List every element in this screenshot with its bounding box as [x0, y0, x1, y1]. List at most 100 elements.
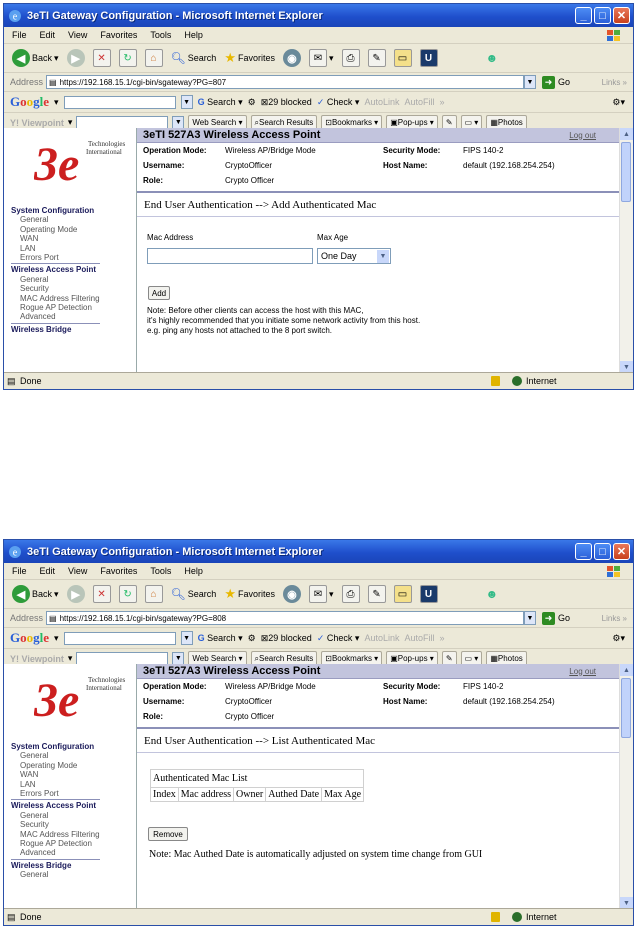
messenger-button[interactable]: ☻: [484, 47, 501, 69]
scroll-up-icon[interactable]: ▲: [620, 664, 633, 676]
links-button[interactable]: Links »: [602, 78, 627, 87]
minimize-button[interactable]: _: [575, 543, 592, 560]
menu-help[interactable]: Help: [184, 30, 203, 40]
back-button[interactable]: ◀ Back ▾: [10, 583, 61, 605]
nav-item-general[interactable]: General: [11, 215, 100, 224]
u-button[interactable]: U: [418, 583, 440, 605]
menu-file[interactable]: File: [12, 566, 27, 576]
refresh-button[interactable]: ↻: [117, 47, 139, 69]
autofill-button[interactable]: AutoFill: [404, 97, 434, 107]
menu-edit[interactable]: Edit: [40, 566, 56, 576]
nav-item-lan[interactable]: LAN: [11, 244, 100, 253]
back-button[interactable]: ◀ Back ▾: [10, 47, 61, 69]
menu-view[interactable]: View: [68, 566, 87, 576]
nav-item-advanced[interactable]: Advanced: [11, 312, 100, 321]
address-input[interactable]: ▤ https://192.168.15.1/cgi-bin/sgateway?P…: [46, 75, 524, 89]
menu-tools[interactable]: Tools: [150, 30, 171, 40]
refresh-button[interactable]: ↻: [117, 583, 139, 605]
nav-item-operating-mode[interactable]: Operating Mode: [11, 761, 100, 770]
add-button[interactable]: Add: [148, 286, 170, 300]
scroll-thumb[interactable]: [621, 142, 631, 202]
max-age-select[interactable]: One Day ▼: [317, 248, 391, 264]
remove-button[interactable]: Remove: [148, 827, 188, 841]
yahoo-viewpoint-logo[interactable]: Y! Viewpoint: [10, 118, 64, 128]
nav-item-lan[interactable]: LAN: [11, 780, 100, 789]
google-logo[interactable]: Google: [10, 630, 49, 646]
menu-tools[interactable]: Tools: [150, 566, 171, 576]
favorites-button[interactable]: ★ Favorites: [222, 47, 277, 69]
edit-button[interactable]: ✎: [366, 47, 388, 69]
menu-edit[interactable]: Edit: [40, 30, 56, 40]
nav-item-wan[interactable]: WAN: [11, 770, 100, 779]
media-button[interactable]: ◉: [281, 47, 303, 69]
nav-item-advanced[interactable]: Advanced: [11, 848, 100, 857]
address-dropdown[interactable]: ▼: [524, 75, 536, 89]
popup-blocked-button[interactable]: ⊠29 blocked: [261, 633, 312, 644]
nav-item-rogue-ap[interactable]: Rogue AP Detection: [11, 839, 100, 848]
google-search-dropdown[interactable]: ▼: [180, 95, 193, 109]
edit-button[interactable]: ✎: [366, 583, 388, 605]
print-button[interactable]: ⎙: [340, 583, 362, 605]
maximize-button[interactable]: □: [594, 7, 611, 24]
folder-button[interactable]: ▭: [392, 47, 414, 69]
google-search-input[interactable]: [63, 631, 176, 645]
home-button[interactable]: ⌂: [143, 47, 165, 69]
google-options-icon[interactable]: ⚙▾: [612, 97, 625, 108]
maximize-button[interactable]: □: [594, 543, 611, 560]
popup-blocked-button[interactable]: ⊠29 blocked: [261, 97, 312, 108]
autofill-button[interactable]: AutoFill: [404, 633, 434, 643]
nav-item-general[interactable]: General: [11, 751, 100, 760]
nav-item-security[interactable]: Security: [11, 284, 100, 293]
close-button[interactable]: ✕: [613, 7, 630, 24]
nav-item-security[interactable]: Security: [11, 820, 100, 829]
address-dropdown[interactable]: ▼: [524, 611, 536, 625]
google-search-dropdown[interactable]: ▼: [180, 631, 193, 645]
mac-address-input[interactable]: [147, 248, 313, 264]
media-button[interactable]: ◉: [281, 583, 303, 605]
u-button[interactable]: U: [418, 47, 440, 69]
mail-button[interactable]: ✉ ▾: [307, 47, 336, 69]
mail-button[interactable]: ✉ ▾: [307, 583, 336, 605]
nav-item-operating-mode[interactable]: Operating Mode: [11, 225, 100, 234]
stop-button[interactable]: ✕: [91, 47, 113, 69]
stop-button[interactable]: ✕: [91, 583, 113, 605]
spell-check-button[interactable]: ✓ Check ▾: [317, 633, 360, 644]
links-button[interactable]: Links »: [602, 614, 627, 623]
vertical-scrollbar[interactable]: ▲ ▼: [619, 128, 633, 373]
folder-button[interactable]: ▭: [392, 583, 414, 605]
nav-item-mac-filtering[interactable]: MAC Address Filtering: [11, 294, 100, 303]
logout-link[interactable]: Log out: [569, 667, 596, 676]
google-settings-button[interactable]: ⚙: [248, 633, 256, 644]
menu-help[interactable]: Help: [184, 566, 203, 576]
menu-view[interactable]: View: [68, 30, 87, 40]
go-button[interactable]: ➜ Go: [542, 75, 570, 89]
nav-item-bridge-general[interactable]: General: [11, 870, 100, 879]
scroll-thumb[interactable]: [621, 678, 631, 738]
nav-item-mac-filtering[interactable]: MAC Address Filtering: [11, 830, 100, 839]
search-button[interactable]: 🔍︎ Search: [169, 47, 219, 69]
print-button[interactable]: ⎙: [340, 47, 362, 69]
google-search-button[interactable]: G Search ▾: [198, 97, 243, 108]
spell-check-button[interactable]: ✓ Check ▾: [317, 97, 360, 108]
favorites-button[interactable]: ★ Favorites: [222, 583, 277, 605]
autolink-button[interactable]: AutoLink: [364, 97, 399, 107]
google-options-icon[interactable]: ⚙▾: [612, 633, 625, 644]
autolink-button[interactable]: AutoLink: [364, 633, 399, 643]
nav-item-ap-general[interactable]: General: [11, 811, 100, 820]
go-button[interactable]: ➜ Go: [542, 611, 570, 625]
google-search-button[interactable]: G Search ▾: [198, 633, 243, 644]
minimize-button[interactable]: _: [575, 7, 592, 24]
address-input[interactable]: ▤ https://192.168.15.1/cgi-bin/sgateway?P…: [46, 611, 524, 625]
menu-favorites[interactable]: Favorites: [100, 566, 137, 576]
search-button[interactable]: 🔍︎ Search: [169, 583, 219, 605]
google-logo[interactable]: Google: [10, 94, 49, 110]
nav-item-ap-general[interactable]: General: [11, 275, 100, 284]
nav-item-rogue-ap[interactable]: Rogue AP Detection: [11, 303, 100, 312]
google-search-input[interactable]: [63, 95, 176, 109]
google-settings-button[interactable]: ⚙: [248, 97, 256, 108]
menu-file[interactable]: File: [12, 30, 27, 40]
menu-favorites[interactable]: Favorites: [100, 30, 137, 40]
forward-button[interactable]: ▶: [65, 583, 87, 605]
close-button[interactable]: ✕: [613, 543, 630, 560]
yahoo-viewpoint-logo[interactable]: Y! Viewpoint: [10, 654, 64, 664]
